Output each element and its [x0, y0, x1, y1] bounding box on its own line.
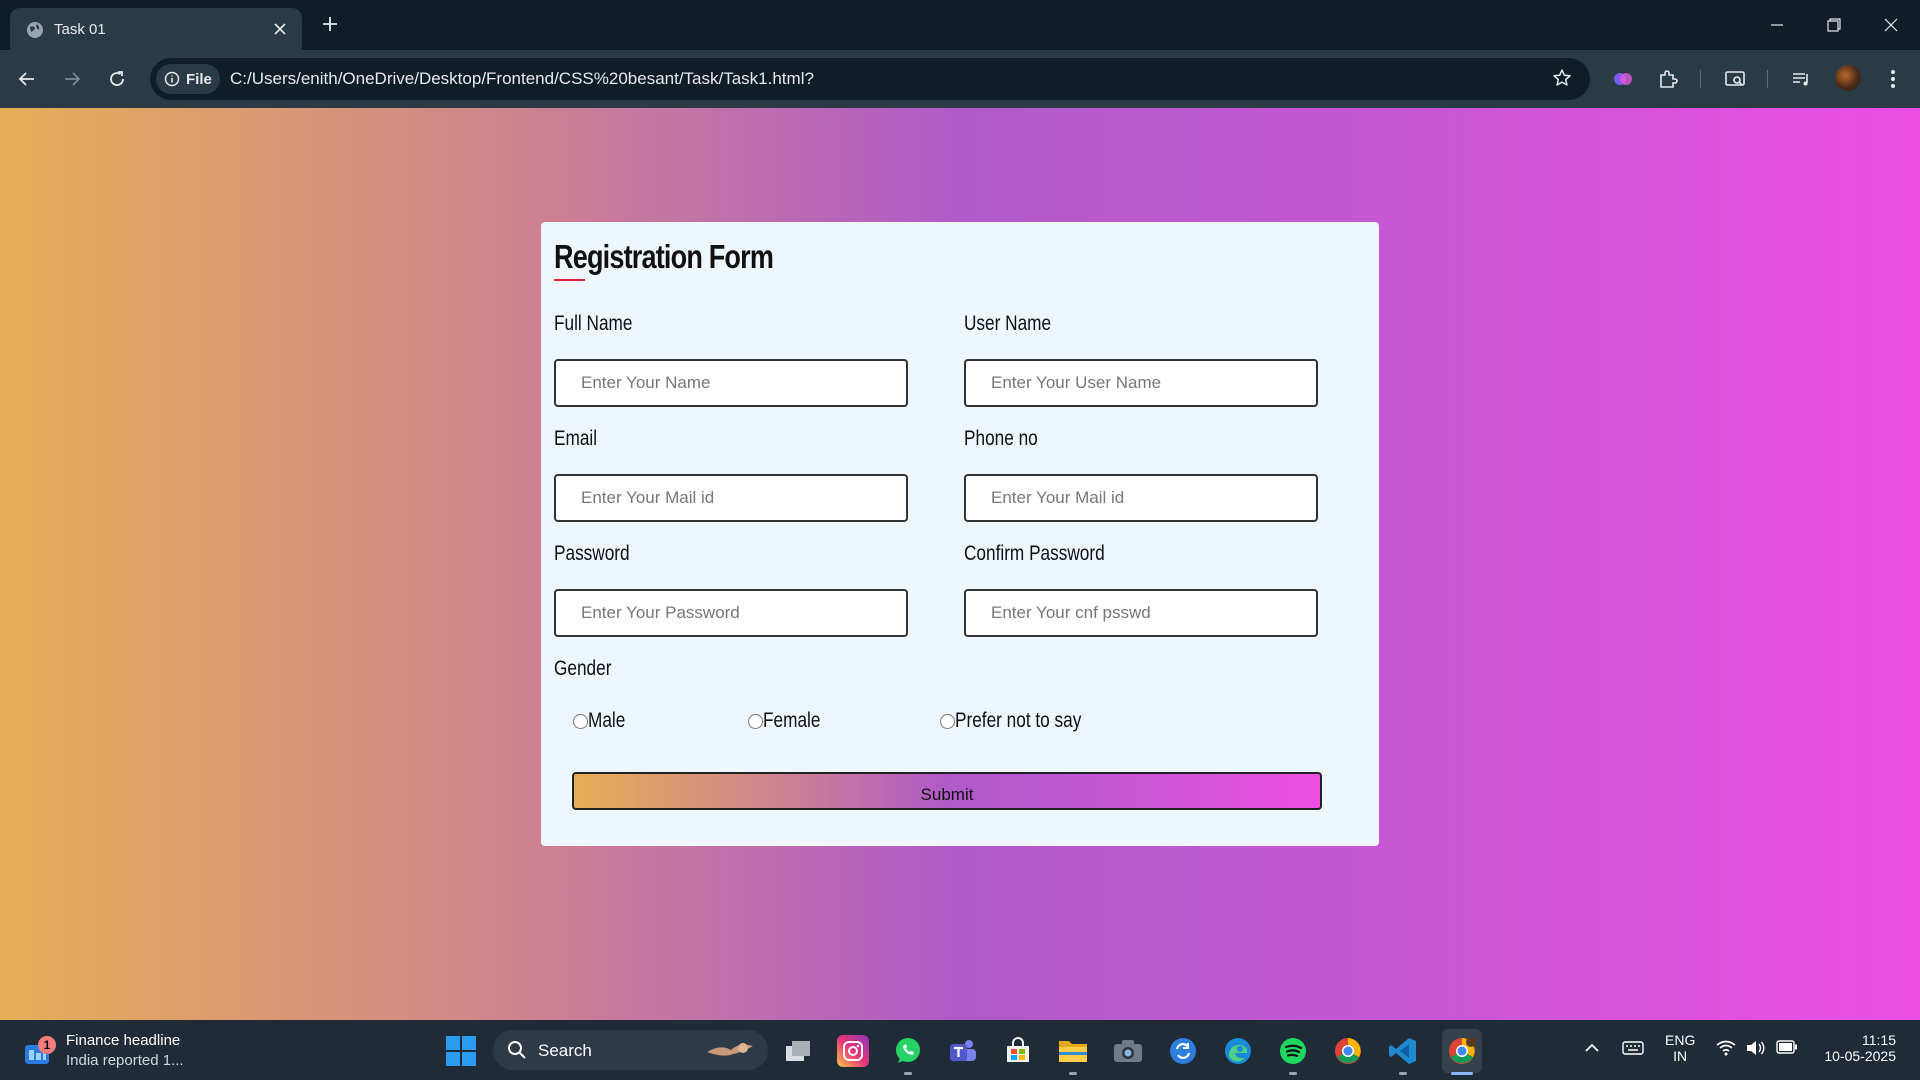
- back-icon[interactable]: [14, 66, 40, 92]
- reload-icon[interactable]: [104, 66, 130, 92]
- taskbar-search[interactable]: Search: [493, 1030, 768, 1070]
- clock-time: 11:15: [1862, 1032, 1896, 1048]
- gender-option-male[interactable]: Male: [573, 709, 634, 733]
- url-text: C:/Users/enith/OneDrive/Desktop/Frontend…: [230, 69, 814, 88]
- extensions-icon[interactable]: [1655, 66, 1681, 92]
- spotify-icon[interactable]: [1277, 1035, 1309, 1067]
- cast-search-icon[interactable]: [1722, 66, 1748, 92]
- female-radio[interactable]: [748, 713, 763, 729]
- prefer-not-radio-label: Prefer not to say: [955, 709, 1082, 732]
- keyboard-icon[interactable]: [1622, 1040, 1644, 1056]
- chevron-up-icon[interactable]: [1584, 1040, 1600, 1056]
- battery-icon[interactable]: [1776, 1040, 1798, 1054]
- camera-icon[interactable]: [1112, 1035, 1144, 1067]
- task-view-icon[interactable]: [782, 1035, 814, 1067]
- news-subtitle: India reported 1...: [66, 1052, 184, 1069]
- microsoft-store-icon[interactable]: [1002, 1035, 1034, 1067]
- minimize-icon[interactable]: [1762, 10, 1792, 40]
- news-title: Finance headline: [66, 1032, 181, 1049]
- close-window-icon[interactable]: [1876, 10, 1906, 40]
- male-radio[interactable]: [573, 713, 588, 729]
- whatsapp-running-indicator: [904, 1072, 912, 1075]
- user-name-label: User Name: [964, 312, 1052, 335]
- profile-avatar[interactable]: [1835, 65, 1861, 91]
- search-label: Search: [538, 1041, 592, 1060]
- news-widget[interactable]: 1 Finance headline India reported 1...: [24, 1032, 184, 1069]
- restore-icon[interactable]: [1819, 10, 1849, 40]
- phone-input[interactable]: [964, 474, 1318, 522]
- windows-start-icon[interactable]: [446, 1036, 476, 1066]
- prefer-not-radio[interactable]: [940, 713, 955, 729]
- toolbar-separator: [1767, 70, 1768, 88]
- male-radio-label: Male: [588, 709, 626, 732]
- female-radio-label: Female: [763, 709, 821, 732]
- address-bar[interactable]: File C:/Users/enith/OneDrive/Desktop/Fro…: [150, 58, 1590, 100]
- gemini-icon[interactable]: [1610, 66, 1636, 92]
- browser-tab-bar: Task 01: [0, 0, 1920, 50]
- chrome-profile-active-icon[interactable]: [1442, 1029, 1482, 1073]
- media-controls-icon[interactable]: [1788, 66, 1814, 92]
- chrome-icon[interactable]: [1332, 1035, 1364, 1067]
- tab-title: Task 01: [54, 21, 106, 38]
- site-chip-label: File: [186, 70, 212, 88]
- browser-tab[interactable]: Task 01: [10, 8, 302, 50]
- windows-taskbar: 1 Finance headline India reported 1... S…: [0, 1020, 1920, 1080]
- edge-icon[interactable]: [1222, 1035, 1254, 1067]
- file-explorer-icon[interactable]: [1057, 1035, 1089, 1067]
- password-input[interactable]: [554, 589, 908, 637]
- vscode-icon[interactable]: [1387, 1035, 1419, 1067]
- whatsapp-icon[interactable]: [892, 1035, 924, 1067]
- confirm-password-input[interactable]: [964, 589, 1318, 637]
- widgets-icon: 1: [24, 1036, 56, 1068]
- volume-icon[interactable]: [1746, 1040, 1766, 1056]
- toolbar-separator: [1700, 70, 1701, 88]
- full-name-label: Full Name: [554, 312, 633, 335]
- title-underline: [554, 279, 585, 281]
- phone-label: Phone no: [964, 427, 1038, 450]
- email-label: Email: [554, 427, 598, 450]
- info-icon: [164, 71, 180, 87]
- password-label: Password: [554, 542, 630, 565]
- spotify-running-indicator: [1289, 1072, 1297, 1075]
- clock-date: 10-05-2025: [1824, 1048, 1896, 1064]
- registration-form-card: Registration Form Full Name User Name Em…: [541, 222, 1379, 846]
- form-title: Registration Form: [554, 238, 774, 275]
- close-tab-icon[interactable]: [268, 17, 292, 41]
- language-code: ENG: [1665, 1032, 1696, 1048]
- new-tab-icon[interactable]: [318, 12, 342, 36]
- browser-toolbar: File C:/Users/enith/OneDrive/Desktop/Fro…: [0, 50, 1920, 108]
- region-code: IN: [1673, 1048, 1688, 1064]
- bookmark-star-icon[interactable]: [1552, 68, 1572, 93]
- clock[interactable]: 11:15 10-05-2025: [1818, 1032, 1896, 1064]
- user-name-input[interactable]: [964, 359, 1318, 407]
- globe-icon: [27, 22, 43, 38]
- submit-button[interactable]: Submit: [572, 772, 1322, 810]
- explorer-running-indicator: [1069, 1072, 1077, 1075]
- gender-option-prefer-not[interactable]: Prefer not to say: [940, 709, 1109, 733]
- gender-option-female[interactable]: Female: [748, 709, 833, 733]
- chrome-active-indicator: [1451, 1072, 1473, 1075]
- search-highlight-bird-icon: [707, 1043, 753, 1056]
- news-badge: 1: [38, 1036, 56, 1054]
- language-indicator[interactable]: ENG IN: [1665, 1032, 1695, 1064]
- sync-app-icon[interactable]: [1167, 1035, 1199, 1067]
- full-name-input[interactable]: [554, 359, 908, 407]
- instagram-icon[interactable]: [837, 1035, 869, 1067]
- search-icon: [508, 1041, 526, 1059]
- gender-label: Gender: [554, 657, 612, 680]
- page-viewport: Registration Form Full Name User Name Em…: [0, 108, 1920, 1020]
- teams-icon[interactable]: [947, 1035, 979, 1067]
- forward-icon[interactable]: [59, 66, 85, 92]
- vscode-running-indicator: [1399, 1072, 1407, 1075]
- menu-kebab-icon[interactable]: [1880, 66, 1906, 92]
- wifi-icon[interactable]: [1716, 1040, 1736, 1056]
- site-info-chip[interactable]: File: [156, 64, 220, 94]
- email-input[interactable]: [554, 474, 908, 522]
- confirm-password-label: Confirm Password: [964, 542, 1105, 565]
